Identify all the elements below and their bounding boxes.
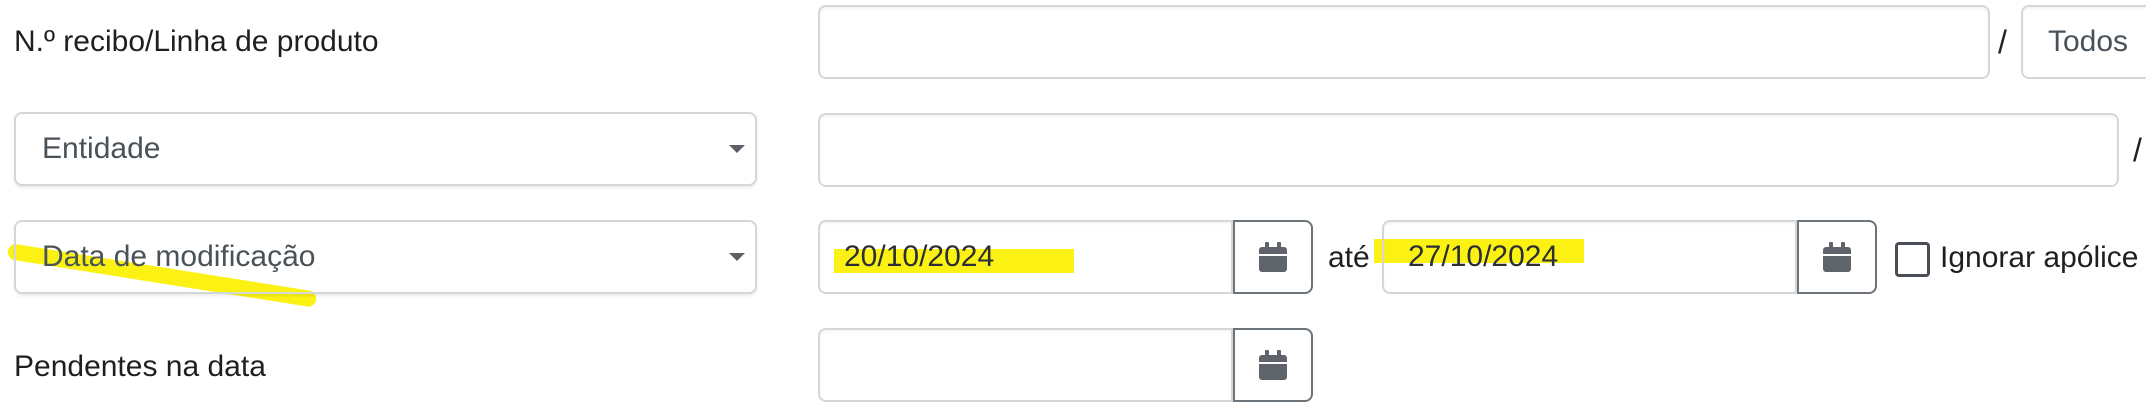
chevron-down-icon [729,145,745,153]
calendar-icon [1823,242,1851,272]
until-label: até [1328,241,1370,274]
checkbox-unchecked-icon[interactable] [1895,242,1930,277]
date-type-select-value: Data de modificação [42,240,316,273]
separator-slash: / [1998,24,2007,60]
pending-at-date-label: Pendentes na data [14,350,266,383]
date-from-input[interactable]: 20/10/2024 [818,220,1233,294]
product-line-input[interactable]: Todos [2021,5,2146,79]
pending-date-calendar-button[interactable] [1233,328,1313,402]
calendar-icon [1259,242,1287,272]
date-from-value: 20/10/2024 [844,240,995,273]
entity-input[interactable] [818,113,2119,187]
entity-select[interactable]: Entidade [14,112,757,186]
date-to-input[interactable]: 27/10/2024 [1382,220,1797,294]
chevron-down-icon [729,253,745,261]
receipt-number-input[interactable] [818,5,1990,79]
date-from-calendar-button[interactable] [1233,220,1313,294]
receipt-product-line-label: N.º recibo/Linha de produto [14,25,379,58]
separator-slash: / [2133,132,2142,168]
calendar-icon [1259,350,1287,380]
date-to-value: 27/10/2024 [1408,240,1559,273]
entity-select-value: Entidade [42,132,161,165]
pending-date-input[interactable] [818,328,1233,402]
ignore-policy-label: Ignorar apólice [1940,241,2139,274]
date-to-calendar-button[interactable] [1797,220,1877,294]
date-type-select[interactable]: Data de modificação [14,220,757,294]
